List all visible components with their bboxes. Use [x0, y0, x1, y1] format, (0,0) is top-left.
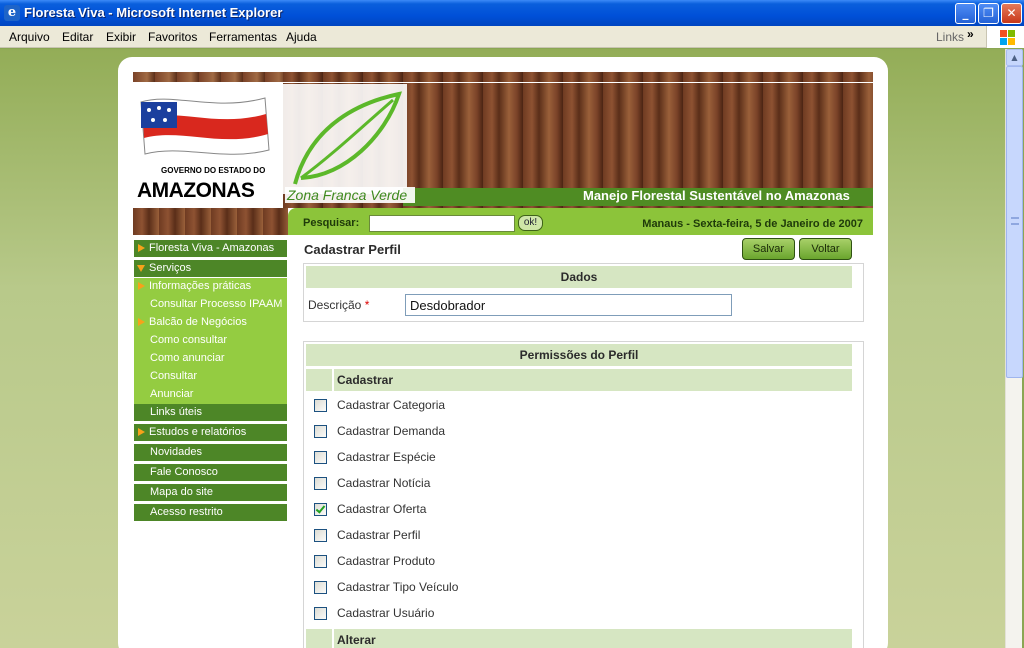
sidebar-item-fale-conosco[interactable]: Fale Conosco	[134, 464, 287, 481]
arrow-down-icon	[137, 265, 145, 272]
search-input[interactable]	[369, 215, 515, 232]
maximize-button[interactable]: ❐	[978, 3, 999, 24]
sidebar-item-como-consultar[interactable]: Como consultar	[134, 332, 287, 350]
save-button[interactable]: Salvar	[742, 238, 795, 260]
permission-row[interactable]: Cadastrar Notícia	[306, 471, 852, 497]
required-marker: *	[364, 298, 370, 312]
permission-checkbox[interactable]	[314, 555, 327, 568]
sidebar-item-consultar-processo[interactable]: Consultar Processo IPAAM	[134, 296, 287, 314]
gov-text-line1: GOVERNO DO ESTADO DO	[161, 166, 266, 175]
permission-checkbox[interactable]	[314, 451, 327, 464]
scrollbar-thumb[interactable]	[1006, 66, 1023, 378]
vertical-scrollbar[interactable]: ▲	[1005, 49, 1023, 648]
back-button[interactable]: Voltar	[799, 238, 852, 260]
sidebar-item-como-anunciar[interactable]: Como anunciar	[134, 350, 287, 368]
windows-logo-icon	[986, 26, 1024, 48]
sidebar-item-servicos[interactable]: Serviços	[134, 260, 287, 277]
sidebar-item-anunciar[interactable]: Anunciar	[134, 386, 287, 404]
checkmark-icon	[315, 503, 326, 514]
search-label: Pesquisar:	[303, 217, 360, 229]
page-title: Cadastrar Perfil	[304, 242, 401, 257]
search-ok-button[interactable]: ok!	[518, 215, 543, 231]
sidebar-item-balcao-negocios[interactable]: Balcão de Negócios	[134, 314, 287, 332]
permission-label: Cadastrar Produto	[337, 554, 436, 568]
chevron-right-icon[interactable]: »	[967, 27, 974, 41]
permission-row[interactable]: Cadastrar Espécie	[306, 445, 852, 471]
sidebar-item-consultar[interactable]: Consultar	[134, 368, 287, 386]
sidebar-item-acesso-restrito[interactable]: Acesso restrito	[134, 504, 287, 521]
arrow-right-icon	[138, 244, 145, 252]
permission-label: Cadastrar Oferta	[337, 502, 427, 516]
dados-header: Dados	[306, 266, 852, 288]
permission-row[interactable]: Cadastrar Tipo Veículo	[306, 575, 852, 601]
menu-favoritos[interactable]: Favoritos	[148, 30, 197, 44]
window-title: Floresta Viva - Microsoft Internet Explo…	[24, 5, 283, 20]
menu-editar[interactable]: Editar	[62, 30, 93, 44]
arrow-right-icon	[138, 428, 145, 436]
site-banner: GOVERNO DO ESTADO DO AMAZONAS Zona Franc…	[133, 72, 873, 208]
permission-checkbox[interactable]	[314, 503, 327, 516]
gov-text-amazonas: AMAZONAS	[137, 179, 255, 202]
permission-label: Cadastrar Categoria	[337, 398, 446, 412]
banner-tagline: Manejo Florestal Sustentável no Amazonas	[583, 188, 850, 203]
permission-row[interactable]: Cadastrar Produto	[306, 549, 852, 575]
sidebar-item-mapa-site[interactable]: Mapa do site	[134, 484, 287, 501]
links-toolbar[interactable]: Links	[936, 30, 964, 44]
amazonas-government-logo: GOVERNO DO ESTADO DO AMAZONAS	[133, 92, 281, 208]
sidebar-item-floresta-viva[interactable]: Floresta Viva - Amazonas	[134, 240, 287, 257]
menu-bar: Arquivo Editar Exibir Favoritos Ferramen…	[0, 26, 1024, 48]
menu-ferramentas[interactable]: Ferramentas	[209, 30, 277, 44]
sidebar-item-novidades[interactable]: Novidades	[134, 444, 287, 461]
close-button[interactable]: ✕	[1001, 3, 1022, 24]
permission-label: Cadastrar Tipo Veículo	[337, 580, 459, 594]
permission-checkbox[interactable]	[314, 607, 327, 620]
description-label: Descrição *	[308, 298, 370, 312]
zona-franca-verde-logo-text: Zona Franca Verde	[285, 187, 416, 203]
sidebar-item-informacoes-praticas[interactable]: Informações práticas	[134, 278, 287, 296]
minimize-button[interactable]: _	[955, 3, 976, 24]
permission-checkbox[interactable]	[314, 581, 327, 594]
permission-label: Cadastrar Usuário	[337, 606, 435, 620]
scroll-up-icon[interactable]: ▲	[1006, 49, 1023, 66]
amazonas-flag-icon	[140, 97, 270, 155]
permission-row[interactable]: Cadastrar Usuário	[306, 601, 852, 627]
group-header-alterar: Alterar	[334, 629, 852, 648]
permission-row[interactable]: Cadastrar Demanda	[306, 419, 852, 445]
sidebar-item-links-uteis[interactable]: Links úteis	[134, 404, 287, 421]
menu-arquivo[interactable]: Arquivo	[9, 30, 50, 44]
arrow-right-icon	[138, 318, 145, 326]
permission-label: Cadastrar Espécie	[337, 450, 436, 464]
permission-checkbox[interactable]	[314, 399, 327, 412]
ie-icon: e	[4, 5, 20, 21]
window-title-bar: e Floresta Viva - Microsoft Internet Exp…	[0, 0, 1024, 26]
menu-ajuda[interactable]: Ajuda	[286, 30, 317, 44]
group-header-cadastrar: Cadastrar	[334, 369, 852, 391]
permission-checkbox[interactable]	[314, 529, 327, 542]
sidebar-item-estudos-relatorios[interactable]: Estudos e relatórios	[134, 424, 287, 441]
menu-exibir[interactable]: Exibir	[106, 30, 136, 44]
permissions-header: Permissões do Perfil	[306, 344, 852, 366]
permission-row[interactable]: Cadastrar Perfil	[306, 523, 852, 549]
permission-label: Cadastrar Perfil	[337, 528, 421, 542]
permission-label: Cadastrar Notícia	[337, 476, 431, 490]
leaf-logo-icon	[281, 84, 407, 194]
permission-row[interactable]: Cadastrar Categoria	[306, 393, 852, 419]
permission-row[interactable]: Cadastrar Oferta	[306, 497, 852, 523]
permission-checkbox[interactable]	[314, 477, 327, 490]
description-input[interactable]: Desdobrador	[405, 294, 732, 316]
permission-checkbox[interactable]	[314, 425, 327, 438]
date-text: Manaus - Sexta-feira, 5 de Janeiro de 20…	[642, 218, 863, 230]
permission-label: Cadastrar Demanda	[337, 424, 446, 438]
arrow-right-icon	[138, 282, 145, 290]
